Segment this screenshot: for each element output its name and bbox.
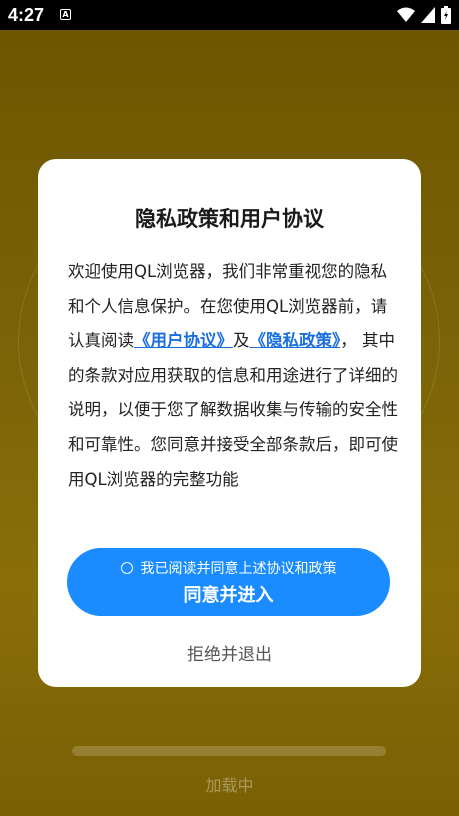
status-icons <box>397 6 451 24</box>
agree-button-label: 同意并进入 <box>183 585 274 606</box>
loading-text: 加载中 <box>205 776 254 795</box>
reject-button[interactable]: 拒绝并退出 <box>38 640 421 665</box>
body-rest: ， 其中的条款对应用获取的信息和用途进行了详细的说明，以便于您了解数据收集与传输… <box>68 331 398 489</box>
privacy-policy-link[interactable]: 《隐私政策》 <box>250 331 341 350</box>
dialog-title: 隐私政策和用户协议 <box>135 207 324 231</box>
battery-icon <box>441 6 451 24</box>
body-and: 及 <box>233 331 250 351</box>
status-time: 4:27 <box>8 5 45 25</box>
checkbox-label: 我已阅读并同意上述协议和政策 <box>140 561 337 577</box>
signal-icon <box>421 7 435 23</box>
agree-button[interactable]: 我已阅读并同意上述协议和政策 同意并进入 <box>67 548 390 616</box>
loading-progress-bar <box>72 746 386 756</box>
user-agreement-link[interactable]: 《用户协议》 <box>134 331 233 350</box>
wifi-icon <box>397 7 415 22</box>
radio-circle-icon[interactable] <box>120 562 133 574</box>
a-badge-icon: A <box>60 9 71 20</box>
status-bar: 4:27 A <box>0 0 459 30</box>
agree-checkbox-row[interactable]: 我已阅读并同意上述协议和政策 <box>67 558 390 578</box>
dialog-body: 欢迎使用QL浏览器，我们非常重视您的隐私和个人信息保护。在您使用QL浏览器前，请… <box>68 255 398 497</box>
privacy-dialog: 隐私政策和用户协议 欢迎使用QL浏览器，我们非常重视您的隐私和个人信息保护。在您… <box>38 159 421 687</box>
